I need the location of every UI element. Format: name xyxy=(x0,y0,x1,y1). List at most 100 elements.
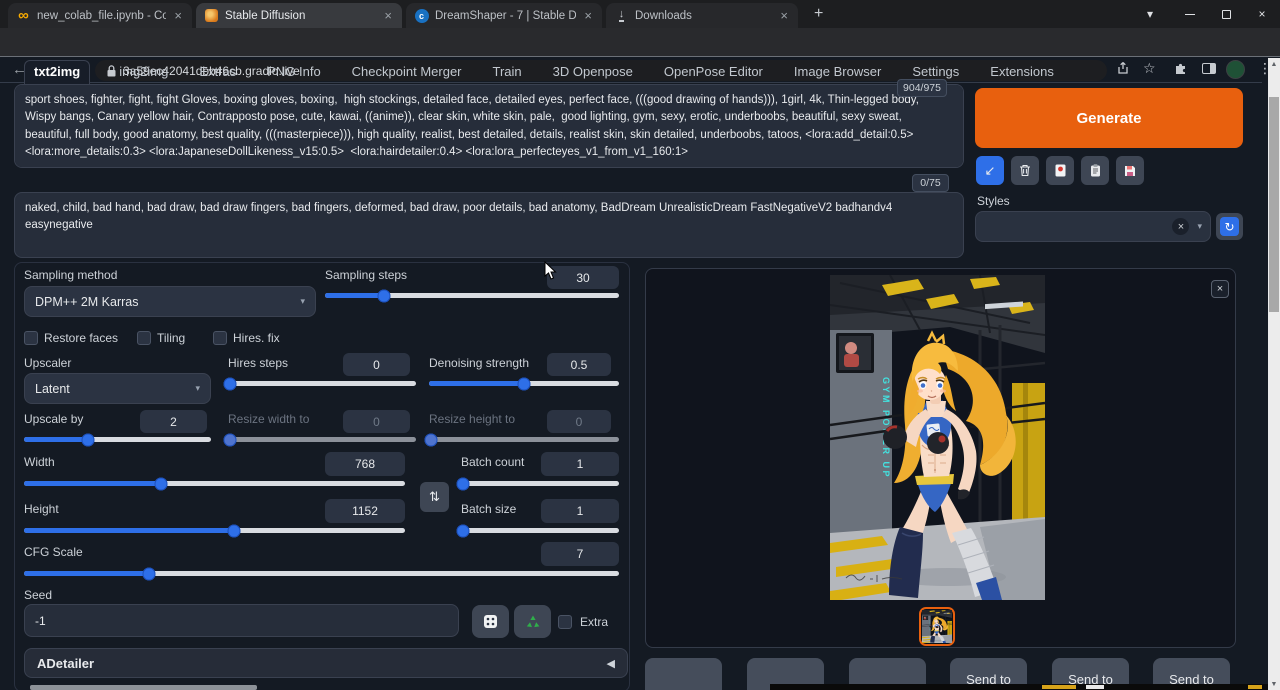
share-icon[interactable] xyxy=(1116,61,1130,78)
swap-dimensions-button[interactable]: ⇅ xyxy=(420,482,449,512)
gallery-action-button-1[interactable] xyxy=(645,658,722,690)
chevron-down-icon[interactable]: ▾ xyxy=(1197,221,1202,232)
window-close-button[interactable]: × xyxy=(1244,0,1280,28)
recycle-icon xyxy=(525,614,541,629)
cfg-scale-label: CFG Scale xyxy=(24,545,83,559)
tab-img2img[interactable]: img2img xyxy=(117,61,170,84)
browser-tab-downloads[interactable]: ↓ Downloads × xyxy=(606,3,798,28)
generate-button[interactable]: Generate xyxy=(975,88,1243,148)
clipboard-icon[interactable] xyxy=(1081,156,1109,185)
new-tab-button[interactable]: + xyxy=(814,5,823,23)
height-label: Height xyxy=(24,502,59,516)
refresh-icon: ↻ xyxy=(1220,217,1239,236)
tab-3d-openpose[interactable]: 3D Openpose xyxy=(551,61,635,84)
tab-extensions[interactable]: Extensions xyxy=(988,61,1056,84)
tab-checkpoint-merger[interactable]: Checkpoint Merger xyxy=(350,61,464,84)
hires-steps-value[interactable]: 0 xyxy=(343,353,410,376)
sampling-method-label: Sampling method xyxy=(24,268,117,282)
tab-close-icon[interactable]: × xyxy=(382,8,394,23)
sampling-steps-value[interactable]: 30 xyxy=(547,266,619,289)
tab-title: Stable Diffusion xyxy=(225,10,376,22)
gallery-close-icon[interactable]: × xyxy=(1211,280,1229,298)
hires-fix-label: Hires. fix xyxy=(233,331,280,345)
browser-tab-dreamshaper[interactable]: c DreamShaper - 7 | Stable Diffusio × xyxy=(406,3,602,28)
tab-txt2img[interactable]: txt2img xyxy=(24,60,90,84)
upscaler-value: Latent xyxy=(35,382,70,396)
extra-networks-card-icon[interactable] xyxy=(1046,156,1074,185)
batch-count-value[interactable]: 1 xyxy=(541,452,619,476)
restore-faces-checkbox[interactable] xyxy=(24,331,38,345)
styles-refresh-button[interactable]: ↻ xyxy=(1216,213,1243,240)
batch-size-slider[interactable] xyxy=(461,528,619,533)
upscale-by-value[interactable]: 2 xyxy=(140,410,207,433)
window-minimize-button[interactable] xyxy=(1172,0,1208,28)
width-value[interactable]: 768 xyxy=(325,452,405,476)
cfg-scale-value[interactable]: 7 xyxy=(541,542,619,566)
width-slider[interactable] xyxy=(24,481,405,486)
seed-input[interactable] xyxy=(24,604,459,637)
negative-prompt-input[interactable]: naked, child, bad hand, bad draw, bad dr… xyxy=(14,192,964,258)
extra-seed-checkbox[interactable] xyxy=(558,615,572,629)
tab-title: new_colab_file.ipynb - Colaborat xyxy=(37,10,166,22)
prompt-input[interactable]: sport shoes, fighter, fight, fight Glove… xyxy=(14,84,964,168)
tab-close-icon[interactable]: × xyxy=(582,8,594,23)
random-seed-button[interactable] xyxy=(472,605,509,638)
upscaler-label: Upscaler xyxy=(24,356,71,370)
hires-steps-label: Hires steps xyxy=(228,356,288,370)
browser-tab-strip: ∞ new_colab_file.ipynb - Colaborat × Sta… xyxy=(0,0,1280,28)
upscale-by-slider[interactable] xyxy=(24,437,211,442)
tab-title: DreamShaper - 7 | Stable Diffusio xyxy=(435,10,576,22)
scroll-down-icon[interactable]: ▼ xyxy=(1268,678,1280,690)
negative-prompt-token-counter: 0/75 xyxy=(912,174,949,192)
upscaler-dropdown[interactable]: Latent ▾ xyxy=(24,373,211,404)
height-value[interactable]: 1152 xyxy=(325,499,405,523)
tab-extras[interactable]: Extras xyxy=(197,61,238,84)
scroll-up-icon[interactable]: ▲ xyxy=(1268,58,1280,70)
tab-openpose-editor[interactable]: OpenPose Editor xyxy=(662,61,765,84)
save-style-icon[interactable] xyxy=(1116,156,1144,185)
sampling-steps-slider[interactable] xyxy=(325,293,619,298)
styles-clear-icon[interactable]: × xyxy=(1172,218,1189,235)
tab-png-info[interactable]: PNG Info xyxy=(265,61,322,84)
extensions-puzzle-icon[interactable] xyxy=(1174,61,1188,78)
window-maximize-button[interactable] xyxy=(1208,0,1244,28)
hires-steps-slider[interactable] xyxy=(228,381,416,386)
adetailer-accordion[interactable]: ADetailer ◀ xyxy=(24,648,628,678)
mouse-cursor xyxy=(544,261,557,280)
height-slider[interactable] xyxy=(24,528,405,533)
tab-train[interactable]: Train xyxy=(491,61,524,84)
side-panel-icon[interactable] xyxy=(1202,61,1216,77)
tab-title: Downloads xyxy=(635,10,772,22)
tab-close-icon[interactable]: × xyxy=(778,8,790,23)
page-scrollbar[interactable]: ▲ ▼ xyxy=(1268,58,1280,690)
hires-fix-checkbox[interactable] xyxy=(213,331,227,345)
batch-size-value[interactable]: 1 xyxy=(541,499,619,523)
tab-close-icon[interactable]: × xyxy=(172,8,184,23)
denoising-strength-value[interactable]: 0.5 xyxy=(547,353,611,376)
scrollbar-thumb[interactable] xyxy=(1269,97,1279,312)
prompt-token-counter: 904/975 xyxy=(897,79,947,97)
upscale-by-label: Upscale by xyxy=(24,412,83,426)
bookmark-star-icon[interactable]: ☆ xyxy=(1143,60,1156,77)
stable-diffusion-icon xyxy=(204,8,219,23)
reuse-seed-button[interactable] xyxy=(514,605,551,638)
width-label: Width xyxy=(24,455,55,469)
batch-count-slider[interactable] xyxy=(461,481,619,486)
gallery-thumbnail-selected[interactable] xyxy=(919,607,955,646)
browser-url-row: ← → ↻ 3a59ec42041dbb46cb.gradio.live ☆ ⋮ xyxy=(0,28,1280,57)
tiling-checkbox[interactable] xyxy=(137,331,151,345)
screen: ∞ new_colab_file.ipynb - Colaborat × Sta… xyxy=(0,0,1280,690)
tab-search-icon[interactable]: ▾ xyxy=(1132,0,1168,28)
horizontal-scrollbar[interactable] xyxy=(30,685,257,690)
styles-dropdown[interactable]: × ▾ xyxy=(975,211,1211,242)
trash-icon[interactable] xyxy=(1011,156,1039,185)
profile-avatar[interactable] xyxy=(1226,60,1245,79)
read-params-arrow-icon[interactable]: ↙ xyxy=(976,156,1004,185)
browser-tab-colab[interactable]: ∞ new_colab_file.ipynb - Colaborat × xyxy=(8,3,192,28)
generated-image[interactable] xyxy=(830,275,1045,600)
sampling-method-dropdown[interactable]: DPM++ 2M Karras ▾ xyxy=(24,286,316,317)
cfg-scale-slider[interactable] xyxy=(24,571,619,576)
tab-image-browser[interactable]: Image Browser xyxy=(792,61,883,84)
denoising-strength-slider[interactable] xyxy=(429,381,619,386)
browser-tab-stable-diffusion[interactable]: Stable Diffusion × xyxy=(196,3,402,28)
